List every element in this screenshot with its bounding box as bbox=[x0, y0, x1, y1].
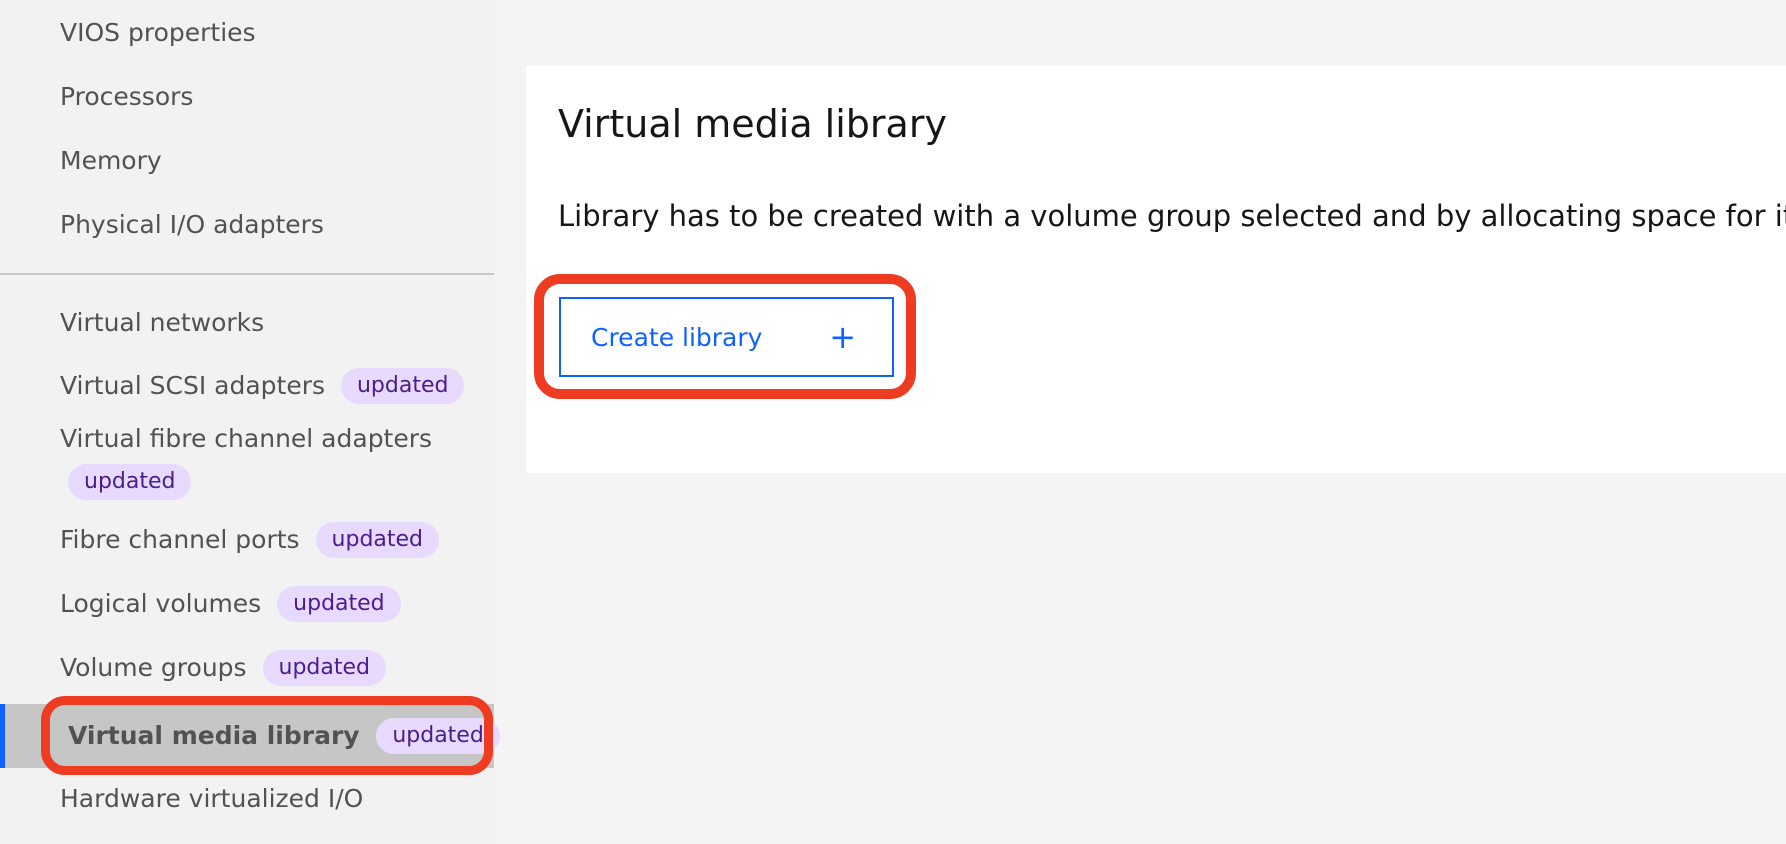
sidebar-item-virtual-fibre-channel-adapters[interactable]: Virtual fibre channel adapters bbox=[60, 422, 432, 455]
status-badge: updated bbox=[262, 650, 386, 686]
sidebar-item-hardware-virtualized-io[interactable]: Hardware virtualized I/O bbox=[60, 782, 363, 815]
sidebar-item-processors[interactable]: Processors bbox=[60, 80, 193, 113]
status-badge: updated bbox=[376, 718, 500, 754]
sidebar-item-physical-io-adapters[interactable]: Physical I/O adapters bbox=[60, 208, 324, 241]
sidebar-item-label: Virtual networks bbox=[60, 308, 265, 337]
sidebar-item-vios-properties[interactable]: VIOS properties bbox=[60, 16, 256, 49]
sidebar-item-logical-volumes[interactable]: Logical volumes updated bbox=[60, 586, 401, 622]
status-badge: updated bbox=[315, 522, 440, 558]
sidebar-nav: VIOS properties Processors Memory Physic… bbox=[0, 0, 500, 844]
active-indicator bbox=[0, 704, 5, 768]
plus-icon: + bbox=[829, 318, 856, 356]
page-description: Library has to be created with a volume … bbox=[558, 199, 1786, 233]
sidebar-item-label: Processors bbox=[60, 82, 194, 111]
create-library-button[interactable]: Create library + bbox=[559, 297, 894, 377]
sidebar-item-virtual-networks[interactable]: Virtual networks bbox=[60, 306, 264, 339]
virtual-media-library-card: Virtual media library Library has to be … bbox=[526, 66, 1786, 473]
status-badge: updated bbox=[340, 368, 465, 404]
sidebar-item-label: Fibre channel ports bbox=[60, 525, 300, 554]
sidebar-item-label: Physical I/O adapters bbox=[60, 210, 324, 239]
sidebar-item-label: Memory bbox=[60, 146, 162, 175]
sidebar-item-label: Virtual SCSI adapters bbox=[60, 371, 326, 400]
sidebar-item-virtual-fibre-channel-adapters-badge-row[interactable]: updated bbox=[60, 464, 192, 500]
sidebar-item-label: Virtual media library bbox=[68, 721, 360, 750]
status-badge: updated bbox=[68, 464, 192, 500]
create-library-button-label: Create library bbox=[591, 322, 763, 352]
sidebar-divider bbox=[0, 273, 494, 275]
sidebar-item-virtual-media-library[interactable]: Virtual media library updated bbox=[0, 704, 500, 768]
sidebar-item-label: Virtual fibre channel adapters bbox=[60, 424, 433, 453]
sidebar-item-label: Hardware virtualized I/O bbox=[60, 784, 364, 813]
sidebar-item-volume-groups[interactable]: Volume groups updated bbox=[60, 650, 386, 686]
sidebar-item-memory[interactable]: Memory bbox=[60, 144, 162, 177]
sidebar-item-label: VIOS properties bbox=[60, 18, 256, 47]
sidebar-item-virtual-scsi-adapters[interactable]: Virtual SCSI adapters updated bbox=[60, 368, 465, 404]
status-badge: updated bbox=[277, 586, 401, 622]
sidebar-item-active-label-row: Virtual media library updated bbox=[68, 718, 500, 754]
sidebar-item-label: Volume groups bbox=[60, 653, 247, 682]
sidebar-item-label: Logical volumes bbox=[60, 589, 262, 618]
page-title: Virtual media library bbox=[558, 102, 947, 146]
sidebar-item-fibre-channel-ports[interactable]: Fibre channel ports updated bbox=[60, 522, 440, 558]
